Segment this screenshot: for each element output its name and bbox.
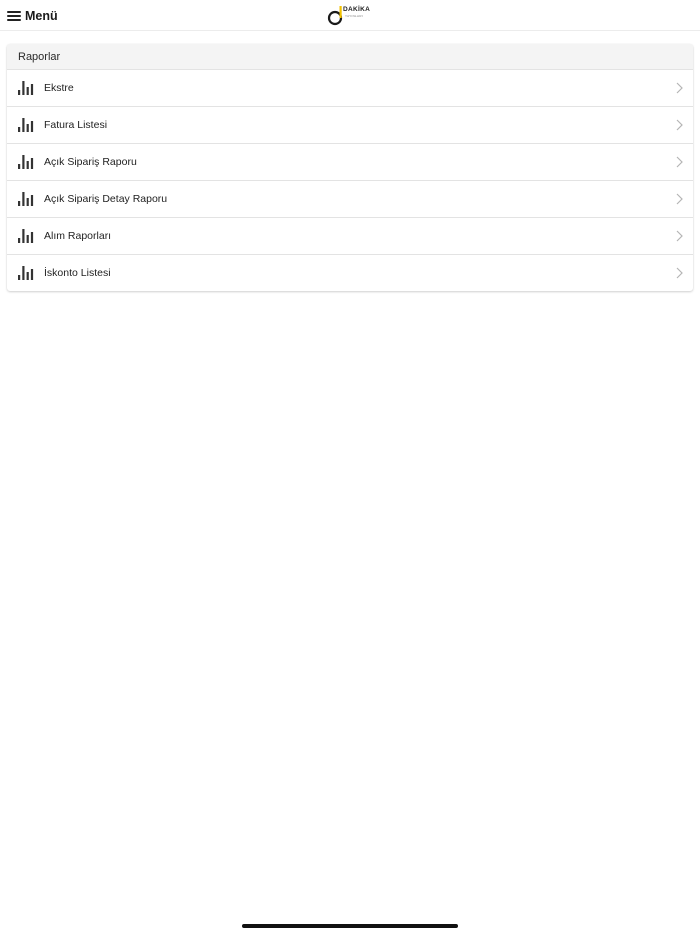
report-item-acik-siparis-raporu[interactable]: Açık Sipariş Raporu [7,143,693,180]
bar-chart-icon [18,155,34,169]
chevron-right-icon [676,82,683,94]
chevron-right-icon [676,119,683,131]
report-item-label: Alım Raporları [44,230,112,242]
report-item-acik-siparis-detay-raporu[interactable]: Açık Sipariş Detay Raporu [7,180,693,217]
reports-card: Raporlar Ekstre Fatura Listesi Açık Sipa… [7,44,693,291]
report-item-alim-raporlari[interactable]: Alım Raporları [7,217,693,254]
home-indicator[interactable] [242,924,458,928]
bar-chart-icon [18,192,34,206]
menu-label: Menü [25,9,58,23]
bar-chart-icon [18,118,34,132]
brand-logo[interactable]: DAKİKA YAYINLARI [327,4,375,26]
report-item-label: Fatura Listesi [44,119,108,131]
report-item-label: Ekstre [44,82,74,94]
chevron-right-icon [676,267,683,279]
report-item-ekstre[interactable]: Ekstre [7,69,693,106]
report-item-label: İskonto Listesi [44,267,111,279]
logo-text: DAKİKA [343,6,371,13]
report-item-fatura-listesi[interactable]: Fatura Listesi [7,106,693,143]
bar-chart-icon [18,266,34,280]
menu-button[interactable]: Menü [7,6,58,26]
bar-chart-icon [18,81,34,95]
logo-subtext: YAYINLARI [345,14,363,18]
chevron-right-icon [676,156,683,168]
bar-chart-icon [18,229,34,243]
hamburger-icon [7,11,21,21]
card-title: Raporlar [7,44,693,69]
report-item-iskonto-listesi[interactable]: İskonto Listesi [7,254,693,291]
report-item-label: Açık Sipariş Detay Raporu [44,193,168,205]
report-item-label: Açık Sipariş Raporu [44,156,137,168]
chevron-right-icon [676,230,683,242]
chevron-right-icon [676,193,683,205]
top-bar: Menü DAKİKA YAYINLARI [0,0,700,31]
